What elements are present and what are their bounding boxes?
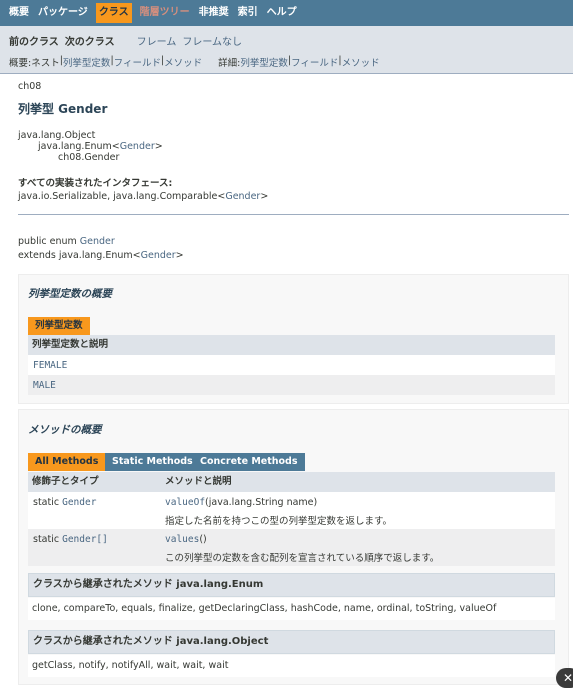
interfaces-gender-link[interactable]: Gender — [225, 191, 260, 202]
interfaces-label: すべての実装されたインタフェース: — [18, 178, 173, 189]
interfaces-list: java.io.Serializable, java.lang.Comparab… — [18, 191, 268, 202]
hierarchy-enum-text: java.lang.Enum< — [38, 141, 120, 152]
declaration-name: Gender — [79, 236, 115, 247]
prev-class-link[interactable]: 前のクラス — [9, 33, 59, 48]
top-nav-bar: 概要 パッケージ クラス 階層ツリー 非推奨 索引 ヘルプ — [0, 0, 573, 26]
no-frames-link[interactable]: フレームなし — [182, 33, 242, 48]
page-title: 列挙型 Gender — [18, 102, 108, 116]
nav-help[interactable]: ヘルプ — [266, 3, 298, 23]
nav-package[interactable]: パッケージ — [37, 3, 89, 23]
nav-tree[interactable]: 階層ツリー — [139, 3, 191, 23]
frames-link[interactable]: フレーム — [137, 33, 177, 48]
table-row: static Gender[] values() この列挙型の定数を含む配列を宣… — [28, 529, 555, 566]
enum-constant-female[interactable]: FEMALE — [33, 360, 67, 371]
method-signature: values() — [165, 534, 207, 545]
interfaces-text: java.io.Serializable, java.lang.Comparab… — [18, 191, 226, 202]
interfaces-close: > — [260, 191, 269, 202]
summary-method-link[interactable]: メソッド — [164, 55, 202, 69]
next-class-link[interactable]: 次のクラス — [65, 33, 115, 48]
method-summary-heading: メソッドの概要 — [28, 424, 102, 436]
detail-method-link[interactable]: メソッド — [342, 55, 380, 69]
hierarchy-gender-link[interactable]: Gender — [120, 141, 155, 152]
tab-all-methods[interactable]: All Methods — [28, 453, 106, 471]
col-method-header: メソッドと説明 — [165, 476, 232, 487]
nav-class: クラス — [95, 3, 132, 23]
declaration-modifier: public enum — [18, 236, 80, 247]
tab-concrete-methods[interactable]: Concrete Methods — [193, 453, 305, 471]
method-values-link[interactable]: values — [165, 534, 199, 545]
hierarchy-enum: java.lang.Enum<Gender> — [38, 141, 163, 152]
method-signature: valueOf(java.lang.String name) — [165, 497, 317, 508]
summary-enum-link[interactable]: 列挙型定数 — [63, 55, 111, 69]
enum-summary-heading: 列挙型定数の概要 — [28, 288, 112, 300]
enum-constants-tab: 列挙型定数 — [28, 317, 90, 335]
method-params: (java.lang.String name) — [205, 497, 318, 508]
method-params: () — [199, 534, 207, 545]
nav-overview[interactable]: 概要 — [8, 3, 30, 23]
summary-nested: ネスト — [31, 58, 60, 69]
enum-summary-block: 列挙型定数の概要 列挙型定数 列挙型定数と説明 FEMALE MALE — [18, 274, 569, 404]
hierarchy-object: java.lang.Object — [18, 130, 96, 141]
detail-enum-link[interactable]: 列挙型定数 — [240, 55, 288, 69]
nav-index[interactable]: 索引 — [237, 3, 259, 23]
inherited-object-heading: クラスから継承されたメソッド java.lang.Object — [28, 630, 555, 654]
declaration-close: > — [175, 250, 184, 261]
summary-field: フィールド — [113, 58, 161, 69]
nav-deprecated[interactable]: 非推奨 — [198, 3, 230, 23]
package-name: ch08 — [18, 81, 42, 92]
inherited-enum-heading: クラスから継承されたメソッド java.lang.Enum — [28, 573, 555, 597]
enum-table-header: 列挙型定数と説明 — [28, 335, 555, 355]
hierarchy-enum-close: > — [154, 141, 163, 152]
method-description: この列挙型の定数を含む配列を宣言されている順序で返します。 — [165, 553, 440, 564]
modifier-static: static — [33, 497, 63, 508]
declaration-extends: extends java.lang.Enum< — [18, 250, 141, 261]
detail-field: フィールド — [291, 58, 339, 69]
inherited-enum-methods: clone, compareTo, equals, finalize, getD… — [28, 598, 555, 620]
method-modifier: static Gender[] — [33, 534, 108, 545]
table-row: static Gender valueOf(java.lang.String n… — [28, 492, 555, 529]
col-modifier-header: 修飾子とタイプ — [32, 476, 99, 487]
inherited-object-methods: getClass, notify, notifyAll, wait, wait,… — [28, 655, 555, 677]
return-type-link[interactable]: Gender — [62, 497, 96, 508]
hierarchy-gender: ch08.Gender — [58, 152, 120, 163]
table-row: FEMALE — [28, 355, 555, 375]
table-row: MALE — [28, 375, 555, 395]
method-table-header: 修飾子とタイプ メソッドと説明 — [28, 472, 555, 492]
divider — [18, 214, 569, 215]
summary-label: 概要: — [9, 58, 32, 69]
detail-label: 詳細: — [218, 58, 241, 69]
modifier-static: static — [33, 534, 63, 545]
declaration-line1: public enum Gender — [18, 236, 115, 247]
method-description: 指定した名前を持つこの型の列挙型定数を返します。 — [165, 516, 393, 527]
method-valueof-link[interactable]: valueOf — [165, 497, 205, 508]
close-icon[interactable]: ✕ — [556, 668, 573, 688]
method-summary-block: メソッドの概要 All Methods Static Methods Concr… — [18, 409, 569, 685]
enum-constant-male[interactable]: MALE — [33, 380, 56, 391]
method-modifier: static Gender — [33, 497, 96, 508]
declaration-gender-link[interactable]: Gender — [141, 250, 176, 261]
tab-static-methods[interactable]: Static Methods — [105, 453, 200, 471]
return-type-link[interactable]: Gender[] — [62, 534, 108, 545]
sub-nav: 前のクラス 次のクラス フレーム フレームなし 概要: ネスト | 列挙型定数 … — [0, 26, 573, 74]
declaration-line2: extends java.lang.Enum<Gender> — [18, 250, 184, 261]
